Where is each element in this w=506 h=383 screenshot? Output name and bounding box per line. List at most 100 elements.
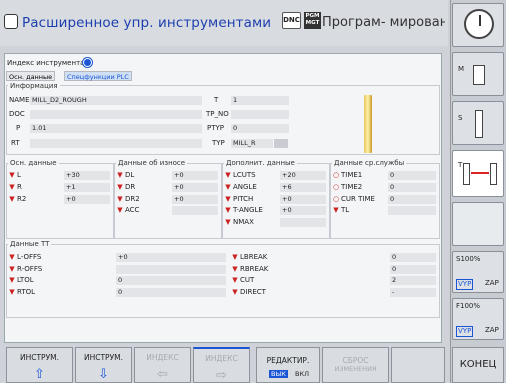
p-field[interactable]: 1.01 <box>30 124 202 133</box>
tool-down-softkey[interactable]: ИНСТРУМ. ⇩ <box>75 347 132 383</box>
empty-side-button[interactable] <box>452 202 504 246</box>
edit-toggle-softkey[interactable]: РЕДАКТИР. ВЫК ВКЛ <box>256 347 320 383</box>
spindle-on-label: ZAP <box>485 279 499 287</box>
end-softkey[interactable]: КОНЕЦ <box>452 347 504 383</box>
extra-label: T-ANGLE <box>233 206 263 215</box>
f-override-label: F100% <box>456 302 481 310</box>
life-field[interactable]: 0 <box>388 171 436 180</box>
tt-field[interactable]: 2 <box>390 276 436 285</box>
extra-field[interactable] <box>280 218 326 228</box>
tt-row-icon: ▼ <box>232 264 238 273</box>
s-function-button[interactable]: S <box>452 101 504 145</box>
basic-label: R2 <box>17 194 27 203</box>
wear-row-icon: ▼ <box>117 194 123 203</box>
clock-icon <box>464 9 494 39</box>
tt-label: R-OFFS <box>17 264 43 273</box>
tt-field[interactable]: 0 <box>390 253 436 262</box>
wear-field[interactable]: +0 <box>172 194 218 204</box>
tt-field[interactable] <box>116 264 226 274</box>
t-function-button[interactable]: T <box>452 150 504 197</box>
basic-field[interactable]: +30 <box>64 171 110 180</box>
extra-label: LCUTS <box>233 171 256 179</box>
tt-row-icon: ▼ <box>9 276 15 284</box>
tt-row-icon: ▼ <box>9 253 15 261</box>
spindle-override-panel: S100% VYP ZAP <box>452 251 504 293</box>
dnc-button[interactable]: DNC <box>282 12 301 29</box>
typ-field[interactable]: MILL_R <box>231 139 273 148</box>
milling-cutter-icon <box>364 95 372 153</box>
index-radio-icon[interactable] <box>83 58 92 67</box>
reset-changes-softkey[interactable]: СБРОС ИЗМЕНЕНИЯ <box>322 347 389 383</box>
wear-field[interactable]: +0 <box>172 182 218 192</box>
tt-field[interactable]: 0 <box>390 264 436 274</box>
tt-field[interactable]: 0 <box>116 276 226 285</box>
basic-row-icon: ▼ <box>9 182 15 191</box>
doc-field[interactable] <box>30 110 202 119</box>
typ-dropdown-button[interactable] <box>274 139 288 148</box>
swap-arrow-icon <box>471 172 489 174</box>
life-row-icon: ▼ <box>333 206 339 215</box>
extra-field[interactable]: +20 <box>280 171 326 180</box>
feed-off-indicator: VYP <box>456 326 474 337</box>
extra-row-icon: ▼ <box>225 206 231 215</box>
tpno-field[interactable] <box>231 110 289 119</box>
wear-title: Данные об износе <box>116 159 188 167</box>
life-label: TL <box>341 206 350 215</box>
wear-field[interactable]: +0 <box>172 171 218 180</box>
tt-row-icon: ▼ <box>9 264 15 273</box>
wear-field[interactable] <box>172 206 218 216</box>
life-field[interactable] <box>388 206 436 216</box>
extra-field[interactable]: +0 <box>280 194 326 204</box>
tt-label: RTOL <box>17 287 36 296</box>
life-title: Данные ср.службы <box>332 159 407 167</box>
tt-field[interactable]: 0 <box>116 287 226 297</box>
life-field[interactable]: 0 <box>388 194 436 204</box>
s-label: S <box>458 114 463 122</box>
extra-field[interactable]: +0 <box>280 206 326 216</box>
basic-field[interactable]: +1 <box>64 182 110 192</box>
life-label: CUR TIME <box>341 194 375 203</box>
t-field[interactable]: 1 <box>231 96 289 105</box>
wear-label: DR2 <box>125 194 140 203</box>
tpno-label: TP_NO <box>206 110 229 118</box>
info-title: Информация <box>8 82 60 90</box>
tab-plc[interactable]: Спецфункции PLC <box>64 71 132 81</box>
life-label: TIME1 <box>341 171 363 179</box>
t-side-label: T <box>458 161 463 169</box>
tt-label: DIRECT <box>240 287 266 296</box>
title-bar: Расширенное упр. инструментами DNC PGM M… <box>0 0 448 46</box>
empty-softkey[interactable] <box>391 347 445 383</box>
basic-field[interactable]: +0 <box>64 194 110 204</box>
ptyp-field[interactable]: 0 <box>231 124 289 133</box>
pgm-mgt-icon[interactable]: PGM MGT <box>304 12 321 29</box>
mode-title: Програм- мирован... <box>322 15 445 30</box>
extra-title: Дополнит. данные <box>224 159 297 167</box>
tt-field[interactable]: - <box>390 287 436 297</box>
index-left-softkey[interactable]: ИНДЕКС ⇦ <box>134 347 191 383</box>
tt-row-icon: ▼ <box>232 276 238 284</box>
p-label: P <box>16 124 21 132</box>
tool-right-icon <box>490 163 497 185</box>
tt-label: LTOL <box>17 276 34 284</box>
tool-up-softkey[interactable]: ИНСТРУМ. ⇧ <box>6 347 73 383</box>
index-right-softkey[interactable]: ИНДЕКС ⇨ <box>193 347 250 383</box>
tt-title: Данные TT <box>8 240 52 248</box>
m-function-button[interactable]: M <box>452 52 504 96</box>
extra-field[interactable]: +6 <box>280 182 326 192</box>
wear-label: DL <box>125 171 135 179</box>
spindle-off-indicator: VYP <box>456 279 474 290</box>
arrow-left-icon: ⇦ <box>157 367 168 382</box>
rt-label: RT <box>11 139 20 147</box>
tt-field[interactable]: +0 <box>116 253 226 262</box>
wear-row-icon: ▼ <box>117 182 123 191</box>
basic-row-icon: ▼ <box>9 171 15 179</box>
tab-basic[interactable]: Осн. данные <box>6 71 56 81</box>
extra-row-icon: ▼ <box>225 182 231 191</box>
t-label: T <box>214 96 219 104</box>
clock-button[interactable] <box>452 3 504 47</box>
rt-field[interactable] <box>30 139 202 148</box>
feed-on-label: ZAP <box>485 326 499 334</box>
life-field[interactable]: 0 <box>388 182 436 192</box>
name-field[interactable]: MILL_D2_ROUGH <box>30 96 202 105</box>
ptyp-label: PTYP <box>207 124 224 132</box>
